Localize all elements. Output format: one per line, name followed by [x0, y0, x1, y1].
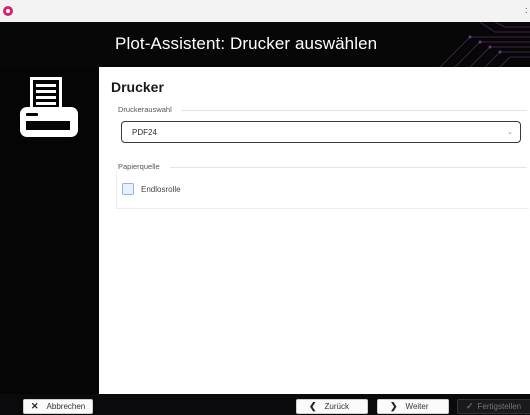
back-button[interactable]: ❮ Zurück: [296, 399, 368, 414]
sidebar: [0, 67, 99, 394]
paper-group-label: Papierquelle: [118, 162, 160, 171]
check-icon: ✓: [466, 401, 474, 411]
page-title: Drucker: [111, 79, 164, 95]
wizard-title: Plot-Assistent: Drucker auswählen: [115, 34, 378, 53]
printer-select-value: PDF24: [132, 128, 157, 137]
chevron-right-icon: ❯: [390, 401, 398, 411]
printer-icon: [20, 77, 78, 137]
next-button-label: Weiter: [405, 402, 429, 411]
wizard-header: Plot-Assistent: Drucker auswählen: [0, 22, 530, 67]
printer-group-label: Druckerauswahl: [118, 105, 172, 114]
title-bar: :: [0, 0, 530, 22]
continuous-roll-checkbox[interactable]: [122, 183, 134, 195]
wizard-footer: ✕ Abbrechen ❮ Zurück ❯ Weiter ✓ Fertigst…: [0, 394, 530, 415]
finish-button-label: Fertigstellen: [477, 402, 522, 411]
continuous-roll-label[interactable]: Endlosrolle: [141, 185, 181, 194]
back-button-label: Zurück: [324, 402, 349, 411]
chevron-left-icon: ❮: [309, 401, 317, 411]
printer-select[interactable]: PDF24 ⌄: [121, 121, 521, 143]
content-panel: Drucker Druckerauswahl PDF24 ⌄ Papierque…: [99, 67, 530, 394]
close-icon: ✕: [31, 401, 39, 411]
continuous-roll-option[interactable]: Endlosrolle: [122, 182, 181, 196]
cancel-button-label: Abbrechen: [46, 402, 86, 411]
finish-button[interactable]: ✓ Fertigstellen: [457, 399, 530, 414]
circuit-decoration-icon: [439, 22, 530, 67]
chevron-down-icon[interactable]: ⌄: [507, 128, 513, 136]
more-icon[interactable]: :: [525, 5, 529, 15]
group-divider: [181, 110, 527, 111]
next-button[interactable]: ❯ Weiter: [377, 399, 449, 414]
group-divider: [170, 167, 527, 168]
app-logo-icon: [3, 6, 13, 16]
cancel-button[interactable]: ✕ Abbrechen: [23, 399, 93, 414]
